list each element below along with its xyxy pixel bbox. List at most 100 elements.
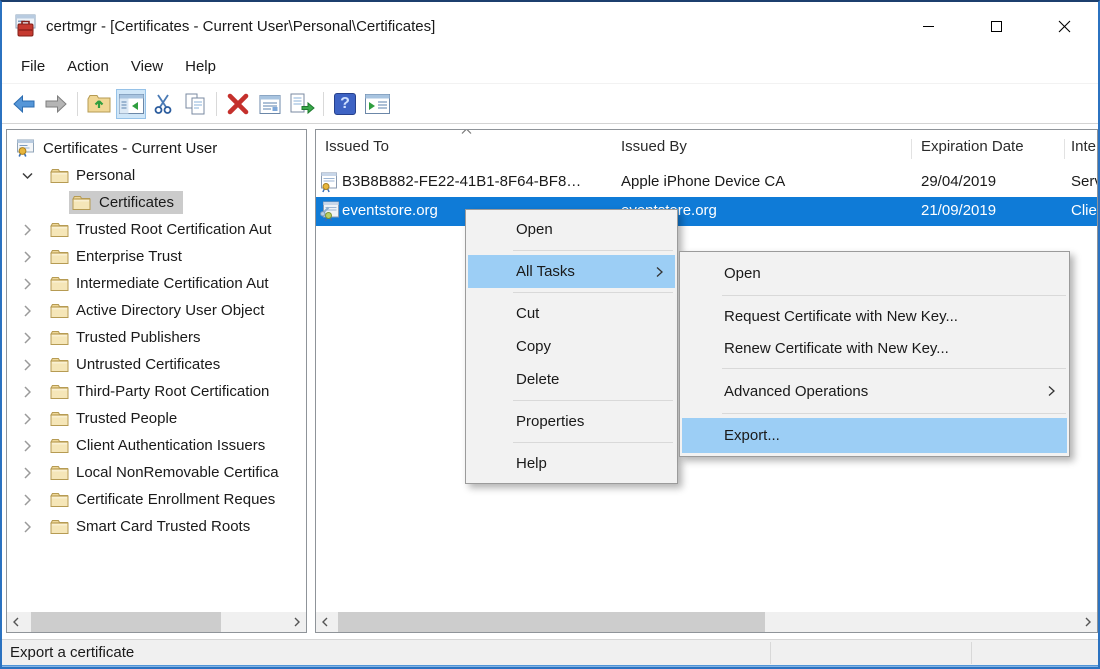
menu-separator — [680, 409, 1069, 418]
column-divider[interactable] — [911, 139, 912, 159]
status-bar: Export a certificate — [2, 639, 1098, 665]
minimize-button[interactable] — [894, 2, 962, 50]
chevron-right-icon[interactable] — [21, 440, 33, 452]
tree-item-untrusted-certificates[interactable]: Untrusted Certificates — [7, 351, 306, 378]
menu-file[interactable]: File — [10, 50, 56, 83]
menu-view[interactable]: View — [120, 50, 174, 83]
folder-icon — [50, 384, 69, 400]
chevron-right-icon[interactable] — [21, 251, 33, 263]
column-divider[interactable] — [1064, 139, 1065, 159]
chevron-right-icon[interactable] — [21, 305, 33, 317]
submenu-request-certificate[interactable]: Request Certificate with New Key... — [682, 300, 1067, 332]
scroll-left-arrow[interactable] — [316, 612, 334, 632]
chevron-right-icon[interactable] — [21, 224, 33, 236]
submenu-renew-certificate[interactable]: Renew Certificate with New Key... — [682, 332, 1067, 364]
back-button[interactable] — [9, 89, 39, 119]
tree-item-intermediate[interactable]: Intermediate Certification Aut — [7, 270, 306, 297]
context-menu-copy[interactable]: Copy — [468, 330, 675, 363]
cell-expiration-date: 21/09/2019 — [921, 202, 996, 219]
menu-item-label: Renew Certificate with New Key... — [724, 340, 949, 357]
list-horizontal-scrollbar[interactable] — [316, 612, 1097, 632]
close-button[interactable] — [1030, 2, 1098, 50]
context-menu-open[interactable]: Open — [468, 213, 675, 246]
chevron-right-icon[interactable] — [21, 494, 33, 506]
tree-item-cert-enrollment-requests[interactable]: Certificate Enrollment Reques — [7, 486, 306, 513]
folder-icon — [50, 249, 69, 265]
column-header-issued-to[interactable]: Issued To — [325, 138, 389, 155]
toolbar-separator — [77, 92, 78, 116]
menu-help[interactable]: Help — [174, 50, 227, 83]
chevron-down-icon[interactable] — [21, 172, 33, 180]
scrollbar-thumb[interactable] — [31, 612, 221, 632]
tree-item-enterprise-trust[interactable]: Enterprise Trust — [7, 243, 306, 270]
delete-button[interactable] — [223, 89, 253, 119]
chevron-right-icon[interactable] — [21, 413, 33, 425]
show-hide-console-tree-button[interactable] — [116, 89, 146, 119]
menu-separator — [466, 246, 677, 255]
tree-item-label: Certificates — [99, 194, 174, 211]
submenu-arrow-icon — [1048, 385, 1055, 397]
menu-separator — [680, 364, 1069, 373]
maximize-icon — [991, 21, 1002, 32]
forward-button[interactable] — [41, 89, 71, 119]
menu-item-label: Request Certificate with New Key... — [724, 308, 958, 325]
properties-button[interactable] — [255, 89, 285, 119]
context-menu-delete[interactable]: Delete — [468, 363, 675, 396]
submenu-open[interactable]: Open — [682, 255, 1067, 291]
column-header-expiration-date[interactable]: Expiration Date — [921, 138, 1024, 155]
up-one-level-button[interactable] — [84, 89, 114, 119]
scroll-right-arrow[interactable] — [288, 612, 306, 632]
export-list-button[interactable] — [287, 89, 317, 119]
context-menu-properties[interactable]: Properties — [468, 405, 675, 438]
menu-separator — [466, 438, 677, 447]
menu-item-label: Open — [724, 265, 761, 282]
tree-item-smart-card-trusted-roots[interactable]: Smart Card Trusted Roots — [7, 513, 306, 540]
help-button[interactable]: ? — [330, 89, 360, 119]
context-menu-all-tasks[interactable]: All Tasks — [468, 255, 675, 288]
tree-item-trusted-people[interactable]: Trusted People — [7, 405, 306, 432]
folder-icon — [72, 195, 91, 211]
scroll-left-arrow[interactable] — [7, 612, 25, 632]
certificate-row[interactable]: B3B8B882-FE22-41B1-8F64-BF8… Apple iPhon… — [316, 168, 1097, 197]
tree-horizontal-scrollbar[interactable] — [7, 612, 306, 632]
scrollbar-thumb[interactable] — [338, 612, 765, 632]
tree-item-client-auth-issuers[interactable]: Client Authentication Issuers — [7, 432, 306, 459]
list-header: Issued To Issued By Expiration Date Inte — [316, 133, 1097, 163]
certificate-row-selected[interactable]: eventstore.org eventstore.org 21/09/2019… — [316, 197, 1097, 226]
new-window-button[interactable] — [362, 89, 392, 119]
copy-button[interactable] — [180, 89, 210, 119]
menu-separator — [466, 396, 677, 405]
chevron-right-icon[interactable] — [21, 278, 33, 290]
tree-item-local-nonremovable[interactable]: Local NonRemovable Certifica — [7, 459, 306, 486]
submenu-advanced-operations[interactable]: Advanced Operations — [682, 373, 1067, 409]
folder-up-icon — [86, 93, 112, 115]
context-menu-help[interactable]: Help — [468, 447, 675, 480]
tree-item-label: Personal — [76, 167, 135, 184]
chevron-right-icon[interactable] — [21, 521, 33, 533]
tree-item-label: Local NonRemovable Certifica — [76, 464, 279, 481]
certmgr-window: certmgr - [Certificates - Current User\P… — [0, 0, 1100, 669]
menu-item-label: Delete — [516, 371, 559, 388]
tree-item-trusted-root[interactable]: Trusted Root Certification Aut — [7, 216, 306, 243]
scroll-right-arrow[interactable] — [1079, 612, 1097, 632]
tree-item-third-party-root[interactable]: Third-Party Root Certification — [7, 378, 306, 405]
menu-action[interactable]: Action — [56, 50, 120, 83]
properties-icon — [258, 94, 282, 115]
chevron-right-icon[interactable] — [21, 359, 33, 371]
maximize-button[interactable] — [962, 2, 1030, 50]
cell-intended-purposes: Clie — [1071, 202, 1097, 219]
menu-item-label: All Tasks — [516, 263, 575, 280]
chevron-right-icon[interactable] — [21, 467, 33, 479]
tree-item-personal[interactable]: Personal — [7, 162, 306, 189]
context-menu-cut[interactable]: Cut — [468, 297, 675, 330]
submenu-export[interactable]: Export... — [682, 418, 1067, 453]
tree-item-certificates[interactable]: Certificates — [7, 189, 306, 216]
chevron-right-icon[interactable] — [21, 386, 33, 398]
tree-item-trusted-publishers[interactable]: Trusted Publishers — [7, 324, 306, 351]
cut-button[interactable] — [148, 89, 178, 119]
column-header-issued-by[interactable]: Issued By — [621, 138, 687, 155]
tree-item-certificates-current-user[interactable]: Certificates - Current User — [7, 135, 306, 162]
tree-item-active-directory[interactable]: Active Directory User Object — [7, 297, 306, 324]
column-header-intended-purposes[interactable]: Inte — [1071, 138, 1096, 155]
chevron-right-icon[interactable] — [21, 332, 33, 344]
